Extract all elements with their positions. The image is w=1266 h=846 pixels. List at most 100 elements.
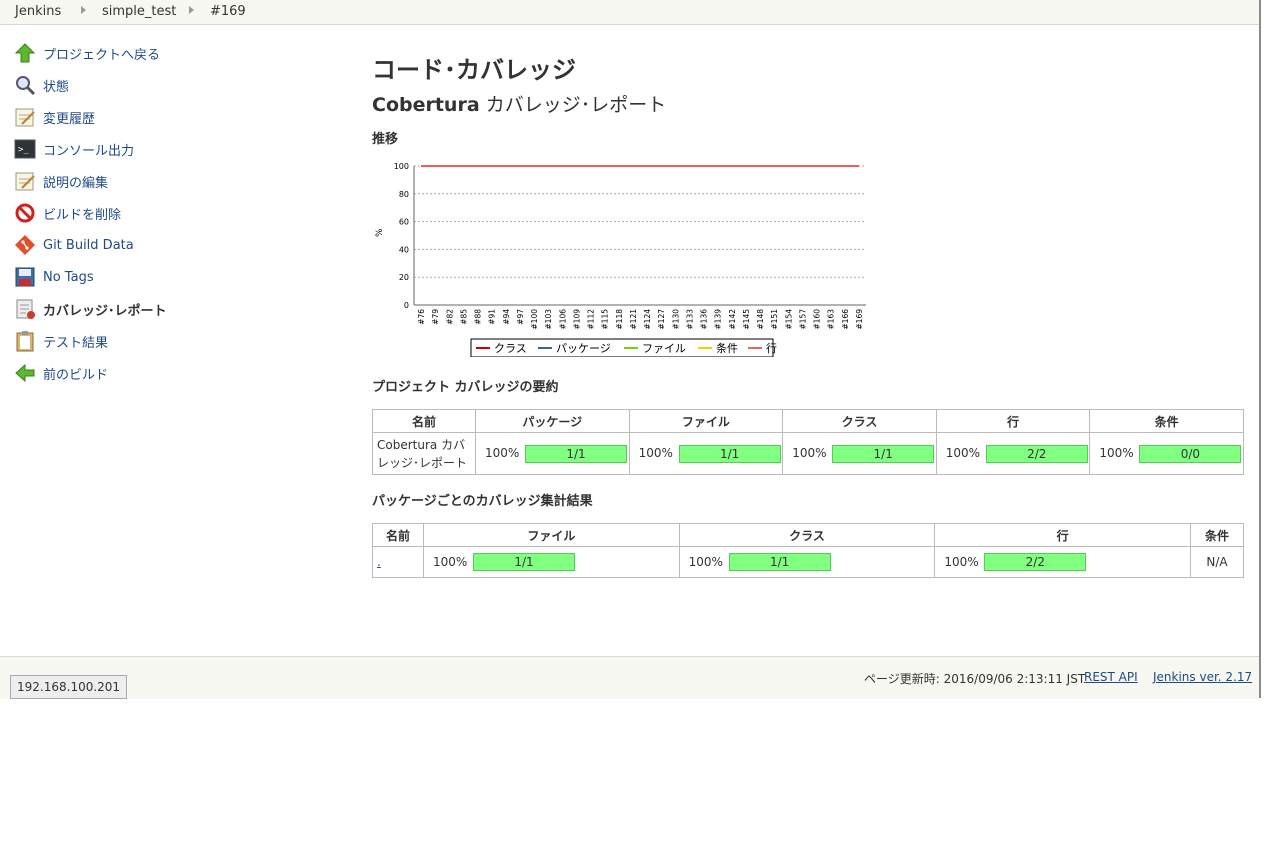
jenkins-version-link[interactable]: Jenkins ver. 2.17 [1153,670,1252,684]
coverage-percent: 100% [945,446,981,460]
column-header: 名前 [372,409,476,433]
coverage-bar: 1/1 [678,444,781,463]
sidebar-item-label: 説明の編集 [43,175,109,191]
terminal-icon: >_ [14,138,36,160]
x-tick-label: #85 [459,309,468,325]
legend-label: クラス [494,342,527,355]
coverage-trend-chart: % 0 20 40 60 80 100 #76 #79 #82 #85 #88 #91 #94 #97 #… [375,162,866,357]
coverage-percent: 100% [944,554,979,569]
sidebar-item-label: 前のビルド [43,367,109,383]
y-tick-label: 0 [404,301,409,310]
x-tick-label: #118 [615,309,624,330]
sidebar-item-coverage-report[interactable]: カバレッジ･レポート [14,297,167,321]
legend-label: パッケージ [556,342,611,355]
package-link[interactable]: . [377,555,381,569]
x-tick-label: #115 [601,309,610,330]
x-tick-label: #145 [742,309,751,330]
column-header: 行 [934,523,1191,547]
x-tick-label: #127 [657,309,666,330]
column-header: 条件 [1089,409,1244,433]
sidebar-item-changes[interactable]: 変更履歴 [14,105,95,129]
x-tick-label: #124 [643,309,652,330]
notepad-icon [14,106,36,128]
table-header-row: 名前 パッケージ ファイル クラス 行 条件 [372,409,1244,433]
x-tick-label: #163 [827,309,836,330]
coverage-percent: 100% [433,554,468,569]
y-axis-label: % [375,228,385,237]
x-tick-label: #76 [417,309,426,325]
breadcrumb-separator-icon [81,6,86,14]
y-tick-label: 20 [399,273,409,282]
package-table: 名前 ファイル クラス 行 条件 . 100% 1/1 100% 1/1 100% 2… [372,523,1244,578]
floppy-icon [14,266,36,288]
coverage-cell: 100% 2/2 [934,546,1191,578]
magnifier-icon [14,74,36,96]
breadcrumb: Jenkins simple_test #169 [0,0,1259,25]
x-tick-label: #157 [798,309,807,330]
sidebar-item-label: No Tags [43,269,94,285]
sidebar-item-console[interactable]: >_ コンソール出力 [14,137,134,161]
sidebar-item-label: コンソール出力 [43,143,135,159]
report-icon [14,298,36,320]
sidebar-item-label: カバレッジ･レポート [43,303,167,319]
notepad-edit-icon [14,170,36,192]
x-tick-label: #139 [714,309,723,330]
sidebar-item-git-build-data[interactable]: Git Build Data [14,233,134,257]
package-heading: パッケージごとのカバレッジ集計結果 [372,494,593,509]
x-tick-label: #151 [770,309,779,330]
x-tick-label: #94 [502,309,511,325]
left-arrow-icon [14,362,36,384]
sidebar-item-back-to-project[interactable]: プロジェクトへ戻る [14,41,160,65]
legend-label: 条件 [716,341,738,355]
y-tick-label: 60 [399,218,409,227]
coverage-percent: 100% [792,446,827,460]
coverage-bar: 1/1 [525,444,627,463]
coverage-cell: 100% 0/0 [1089,432,1244,475]
legend-label: ファイル [642,342,686,355]
git-icon [14,234,36,256]
x-tick-label: #100 [530,309,539,330]
x-tick-label: #82 [445,309,454,325]
coverage-cell: 100% 1/1 [423,546,680,578]
breadcrumb-project[interactable]: simple_test [102,4,176,19]
x-tick-label: #136 [700,309,709,330]
sidebar-item-label: 変更履歴 [43,111,96,127]
column-header: クラス [782,409,937,433]
x-tick-label: #169 [855,309,864,330]
x-tick-label: #106 [558,309,567,330]
sidebar-item-label: プロジェクトへ戻る [43,47,161,63]
x-tick-label: #154 [784,309,793,330]
y-tick-label: 40 [399,245,409,254]
footer: ページ更新時: 2016/09/06 2:13:11 JST REST API … [0,656,1259,699]
no-entry-icon [14,202,36,224]
sidebar-item-delete-build[interactable]: ビルドを削除 [14,201,121,225]
page-updated-text: ページ更新時: 2016/09/06 2:13:11 JST [864,672,1086,686]
coverage-percent: 100% [1099,446,1134,460]
x-tick-label: #97 [516,309,525,325]
table-header-row: 名前 ファイル クラス 行 条件 [372,523,1244,547]
breadcrumb-jenkins[interactable]: Jenkins [15,4,61,19]
x-tick-label: #133 [685,309,694,330]
column-header: クラス [678,523,936,547]
sidebar-item-no-tags[interactable]: No Tags [14,265,94,289]
coverage-cell: 100% 1/1 [628,432,784,475]
coverage-cell: 100% 1/1 [782,432,937,475]
sidebar-item-test-results[interactable]: テスト結果 [14,329,108,353]
x-tick-label: #103 [544,309,553,330]
column-header: 条件 [1190,523,1244,547]
x-tick-label: #79 [431,309,440,325]
sidebar-item-edit-description[interactable]: 説明の編集 [14,169,108,193]
x-tick-label: #112 [587,309,596,330]
sidebar-item-label: ビルドを削除 [43,207,122,223]
sidebar-item-status[interactable]: 状態 [14,73,69,97]
page-title: コード･カバレッジ [372,56,576,84]
x-tick-label: #91 [488,309,497,325]
column-header: 名前 [372,523,424,547]
sidebar-item-previous-build[interactable]: 前のビルド [14,361,108,385]
rest-api-link[interactable]: REST API [1084,670,1138,684]
condition-cell: N/A [1190,546,1244,578]
breadcrumb-build[interactable]: #169 [210,4,246,19]
status-ip-tooltip: 192.168.100.201 [10,675,128,699]
plot-area [414,166,866,305]
sidebar-item-label: Git Build Data [43,237,134,253]
